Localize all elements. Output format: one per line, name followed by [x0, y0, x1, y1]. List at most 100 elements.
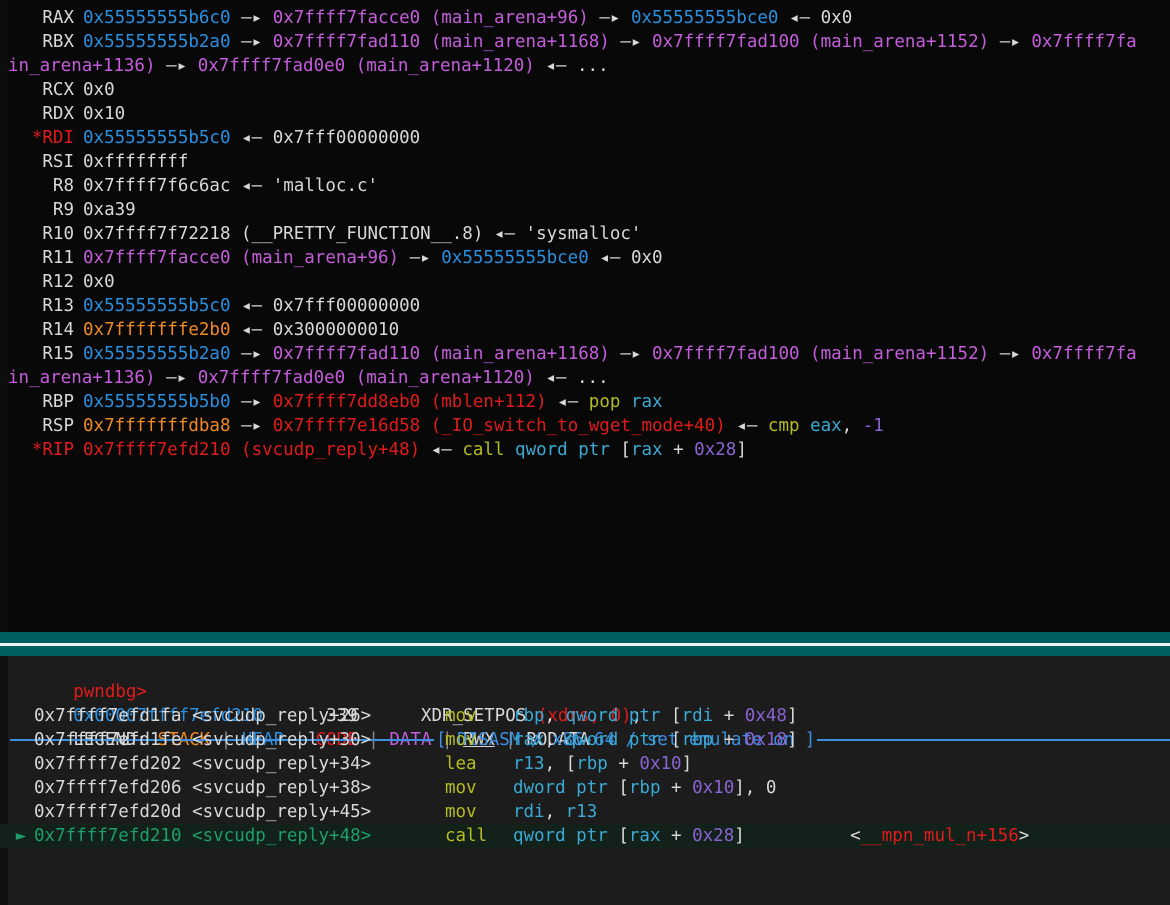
- register-value-part: [547, 392, 558, 412]
- register-value-part: [989, 32, 1000, 52]
- call-target-symbol: __mpn_mul_n+156: [860, 826, 1019, 846]
- register-value-part: 0x55555555b5c0: [83, 128, 231, 148]
- register-value-part: [231, 8, 242, 28]
- disasm-row-current[interactable]: ► 0x7ffff7efd210 <svcudp_reply+48> call qw…: [0, 824, 1170, 848]
- register-value-part: ◂—: [557, 392, 579, 412]
- register-value-part: 0x7ffff7fad100 (main_arena+1152): [652, 344, 990, 364]
- register-value-part: 0x7ffff7facce0 (main_arena+96): [83, 248, 400, 268]
- disasm-operand-part: 0x28: [692, 826, 735, 846]
- register-value-part: [589, 8, 600, 28]
- register-value-part: in_arena+1136): [8, 368, 156, 388]
- disasm-operand-part: [: [618, 826, 629, 846]
- register-value-part: ...: [577, 368, 609, 388]
- register-value-part: 0x7fffffffe2b0: [83, 320, 231, 340]
- disasm-operand-part: 0x18: [744, 730, 787, 750]
- disasm-row[interactable]: 0x7ffff7efd1fa <svcudp_reply+26> mov rbp,…: [0, 704, 1170, 728]
- register-value-part: [641, 32, 652, 52]
- disasm-row[interactable]: 0x7ffff7efd202 <svcudp_reply+34> lea r13,…: [0, 752, 1170, 776]
- disasm-operand-part: +: [713, 730, 745, 750]
- disasm-row[interactable]: 0x7ffff7efd206 <svcudp_reply+38> mov dwor…: [0, 776, 1170, 800]
- register-value-part: [578, 392, 589, 412]
- disasm-operand-part: 0: [765, 778, 777, 798]
- register-value-part: ◂—: [789, 8, 811, 28]
- disasm-mnemonic: lea: [444, 754, 477, 774]
- register-name: *RIP: [31, 440, 74, 460]
- register-value-part: [535, 368, 546, 388]
- register-value-part: [1021, 32, 1032, 52]
- call-target-bracket: <: [850, 826, 861, 846]
- register-value-part: 0x7ffff7fa: [1031, 32, 1137, 52]
- register-name: R15: [42, 344, 74, 364]
- disasm-mnemonic: mov: [444, 706, 477, 726]
- register-row: R9 0xa39: [0, 198, 1170, 222]
- disasm-operand-part: rbp: [681, 730, 714, 750]
- register-name: R9: [52, 200, 74, 220]
- disasm-row[interactable]: 0x7ffff7efd1fe <svcudp_reply+30> mov rax,…: [0, 728, 1170, 752]
- disasm-operand-part: [: [671, 706, 682, 726]
- separator-rule: [0, 643, 1170, 646]
- register-value-part: [262, 344, 273, 364]
- disasm-row[interactable]: 0x7ffff7efd20d <svcudp_reply+45> mov rdi,…: [0, 800, 1170, 824]
- register-value-part: [231, 176, 242, 196]
- disasm-symbol: <svcudp_reply+38>: [192, 778, 372, 798]
- register-value-part: 0x7ffff7f6c6ac: [83, 176, 231, 196]
- register-value-part: [262, 392, 273, 412]
- register-list: RAX 0x55555555b6c0 —▸ 0x7ffff7facce0 (mai…: [0, 6, 1170, 462]
- register-value-part: 0x55555555b5b0: [83, 392, 231, 412]
- register-value-part: ◂—: [241, 320, 263, 340]
- register-value-part: ◂—: [241, 176, 263, 196]
- register-value-part: ◂—: [430, 440, 452, 460]
- disasm-operand-part: 0x48: [744, 706, 787, 726]
- disasm-symbol: <svcudp_reply+48>: [192, 826, 372, 846]
- disasm-symbol: <svcudp_reply+34>: [192, 754, 372, 774]
- register-value-part: 0x7ffff7dd8eb0 (mblen+112): [272, 392, 547, 412]
- register-value-part: —▸: [241, 32, 263, 52]
- register-value-part: ◂—: [241, 296, 263, 316]
- register-value-part: pop: [588, 392, 621, 412]
- register-value-part: [231, 416, 242, 436]
- register-value-part: —▸: [999, 344, 1021, 364]
- register-value-part: 0xffffffff: [83, 152, 189, 172]
- register-row: R8 0x7ffff7f6c6ac ◂— 'malloc.c': [0, 174, 1170, 198]
- register-value-part: [399, 248, 410, 268]
- register-value-part: [262, 176, 273, 196]
- disasm-mnemonic: mov: [444, 730, 477, 750]
- register-value-part: 0x7fffffffdba8: [83, 416, 231, 436]
- register-row: R11 0x7ffff7facce0 (main_arena+96) —▸ 0x5…: [0, 246, 1170, 270]
- register-value-part: 0x7ffff7efd210 (svcudp_reply+48): [83, 440, 421, 460]
- prompt-line[interactable]: pwndbg>: [8, 656, 1170, 702]
- disasm-operand-part: [660, 730, 671, 750]
- register-value-part: ]: [736, 440, 747, 460]
- register-value-part: [262, 320, 273, 340]
- register-value-part: 0x55555555b6c0: [83, 8, 231, 28]
- disasm-operand-part: +: [660, 826, 693, 846]
- register-value-part: —▸: [599, 8, 621, 28]
- register-value-part: qword ptr: [515, 440, 610, 460]
- register-value-part: —▸: [241, 344, 263, 364]
- console-panel: pwndbg> 0x00007ffff7efd210 339 XDR_SETPO…: [0, 656, 1170, 905]
- register-value-part: [589, 248, 600, 268]
- disasm-symbol: <svcudp_reply+30>: [192, 730, 372, 750]
- register-value-part: 0x10: [83, 104, 126, 124]
- register-value-part: —▸: [620, 344, 642, 364]
- register-value-part: rax: [630, 392, 663, 412]
- register-value-part: ◂—: [545, 56, 567, 76]
- register-value-part: [610, 344, 621, 364]
- disasm-operand-part: [608, 778, 619, 798]
- register-value-part: [231, 344, 242, 364]
- register-name: RAX: [42, 8, 74, 28]
- register-row: *RIP 0x7ffff7efd210 (svcudp_reply+48) ◂— …: [0, 438, 1170, 462]
- disasm-operand-part: 0x10: [692, 778, 735, 798]
- register-value-part: 0x55555555b5c0: [83, 296, 231, 316]
- registers-panel: RAX 0x55555555b6c0 —▸ 0x7ffff7facce0 (mai…: [0, 0, 1170, 632]
- register-value-part: [452, 440, 463, 460]
- register-row: RAX 0x55555555b6c0 —▸ 0x7ffff7facce0 (mai…: [0, 6, 1170, 30]
- register-value-part: —▸: [999, 32, 1021, 52]
- register-value-part: [610, 440, 621, 460]
- register-value-part: 0x7ffff7f72218 (__PRETTY_FUNCTION__.8): [83, 224, 484, 244]
